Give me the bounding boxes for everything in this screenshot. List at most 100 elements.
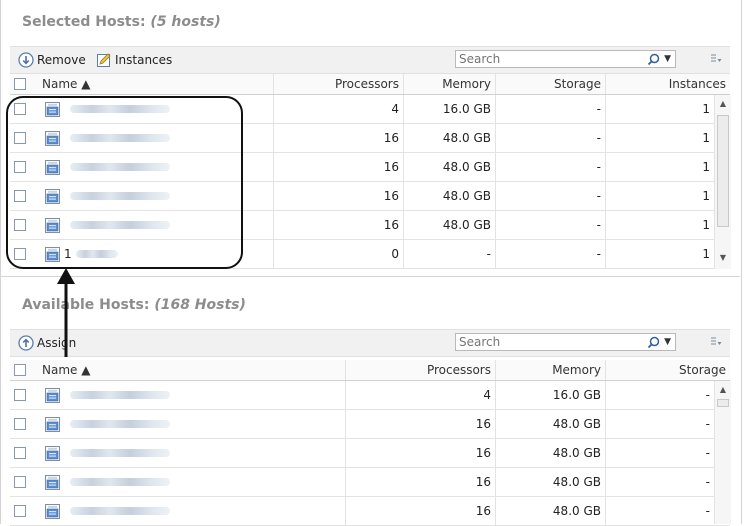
name-cell [38, 439, 346, 467]
selected-hosts-heading: Selected Hosts: (5 hosts) [22, 14, 221, 30]
row-checkbox[interactable] [14, 248, 26, 260]
table-row[interactable]: 4 16.0 GB - 1 [10, 95, 730, 124]
assign-button[interactable]: Assign [18, 334, 76, 352]
table-row[interactable]: 16 48.0 GB - [10, 410, 730, 439]
storage-cell: - [705, 446, 710, 460]
row-check-cell [10, 153, 38, 181]
host-name-redacted [70, 105, 170, 113]
storage-cell: - [705, 388, 710, 402]
assign-icon [18, 335, 34, 351]
storage-cell: - [705, 417, 710, 431]
row-check-cell [10, 381, 38, 409]
selected-scrollbar[interactable]: ▲ ▼ [714, 95, 731, 269]
col-name-header[interactable]: Name ▲ [38, 74, 274, 94]
selected-search-input[interactable] [459, 52, 609, 66]
storage-cell: - [496, 211, 606, 239]
scroll-thumb[interactable] [717, 399, 729, 407]
available-search-box[interactable]: ▼ [455, 333, 676, 351]
memory-cell: 16.0 GB [496, 381, 606, 409]
instances-cell: 1 [702, 247, 710, 261]
processors-cell: 0 [274, 240, 404, 268]
col-memory-header[interactable]: Memory [404, 74, 496, 94]
row-check-cell [10, 182, 38, 210]
selected-toolbar: Remove Instances ▼ [10, 46, 730, 74]
selected-hosts-title: Selected Hosts: [22, 14, 146, 30]
row-checkbox[interactable] [14, 161, 26, 173]
host-name-redacted [70, 420, 170, 428]
host-name-redacted [70, 391, 170, 399]
host-name-prefix: 1 [64, 247, 72, 261]
row-checkbox[interactable] [14, 190, 26, 202]
memory-cell: 48.0 GB [496, 497, 606, 525]
memory-cell: 48.0 GB [404, 182, 496, 210]
scroll-down-icon[interactable]: ▼ [718, 253, 728, 263]
remove-button[interactable]: Remove [18, 51, 86, 69]
name-cell [38, 468, 346, 496]
edit-pencil-icon [97, 53, 111, 67]
available-search-input[interactable] [459, 335, 609, 349]
table-row[interactable]: 16 48.0 GB - 1 [10, 124, 730, 153]
memory-cell: 48.0 GB [404, 211, 496, 239]
selected-grid-header: Name ▲ Processors Memory Storage Instanc… [10, 74, 730, 95]
table-row[interactable]: 16 48.0 GB - 1 [10, 182, 730, 211]
row-checkbox[interactable] [14, 447, 26, 459]
scroll-up-icon[interactable]: ▲ [718, 99, 728, 109]
col-storage-header[interactable]: Storage [496, 74, 606, 94]
table-row[interactable]: 16 48.0 GB - 1 [10, 211, 730, 240]
section-divider [0, 276, 740, 277]
server-host-icon [45, 101, 60, 117]
table-row[interactable]: 10--1 [10, 240, 730, 269]
select-all-checkbox[interactable] [14, 364, 26, 376]
scroll-up-icon[interactable]: ▲ [718, 385, 728, 395]
table-row[interactable]: 16 48.0 GB - [10, 468, 730, 497]
name-cell [38, 95, 274, 123]
table-row[interactable]: 4 16.0 GB - [10, 381, 730, 410]
selected-search-button[interactable]: ▼ [635, 52, 671, 66]
available-search-button[interactable]: ▼ [635, 335, 671, 349]
storage-cell: - [496, 182, 606, 210]
row-checkbox[interactable] [14, 389, 26, 401]
select-all-checkbox[interactable] [14, 78, 26, 90]
name-cell [38, 182, 274, 210]
column-options-icon[interactable] [710, 336, 722, 348]
table-row[interactable]: 16 48.0 GB - 1 [10, 153, 730, 182]
row-checkbox[interactable] [14, 132, 26, 144]
available-scrollbar[interactable]: ▲ [714, 381, 731, 524]
col-processors-header[interactable]: Processors [346, 360, 496, 380]
table-row[interactable]: 16 48.0 GB - [10, 439, 730, 468]
instances-button[interactable]: Instances [96, 51, 172, 69]
row-check-cell [10, 124, 38, 152]
row-checkbox[interactable] [14, 418, 26, 430]
host-name-redacted [70, 163, 170, 171]
server-host-icon [45, 188, 60, 204]
selected-hosts-count: (5 hosts) [150, 14, 221, 30]
column-options-icon[interactable] [710, 53, 722, 65]
host-name-redacted [70, 507, 170, 515]
processors-cell: 4 [274, 95, 404, 123]
row-checkbox[interactable] [14, 476, 26, 488]
available-hosts-heading: Available Hosts: (168 Hosts) [22, 297, 246, 313]
scroll-thumb[interactable] [717, 115, 729, 227]
row-check-cell [10, 468, 38, 496]
memory-cell: 48.0 GB [496, 439, 606, 467]
col-processors-header[interactable]: Processors [274, 74, 404, 94]
search-magnifier-icon [647, 53, 660, 65]
selected-search-box[interactable]: ▼ [455, 50, 676, 68]
row-checkbox[interactable] [14, 103, 26, 115]
col-name-header[interactable]: Name ▲ [38, 360, 346, 380]
select-all-cell [10, 74, 38, 94]
storage-cell: - [496, 95, 606, 123]
row-check-cell [10, 497, 38, 525]
table-row[interactable]: 16 48.0 GB - [10, 497, 730, 526]
col-instances-header[interactable]: Instances [606, 74, 730, 94]
row-checkbox[interactable] [14, 505, 26, 517]
remove-label: Remove [37, 53, 86, 67]
col-storage-header[interactable]: Storage [606, 360, 730, 380]
server-host-icon [45, 416, 60, 432]
server-host-icon [45, 130, 60, 146]
col-memory-header[interactable]: Memory [496, 360, 606, 380]
name-cell [38, 211, 274, 239]
processors-cell: 16 [274, 211, 404, 239]
row-checkbox[interactable] [14, 219, 26, 231]
host-name-redacted [70, 449, 170, 457]
